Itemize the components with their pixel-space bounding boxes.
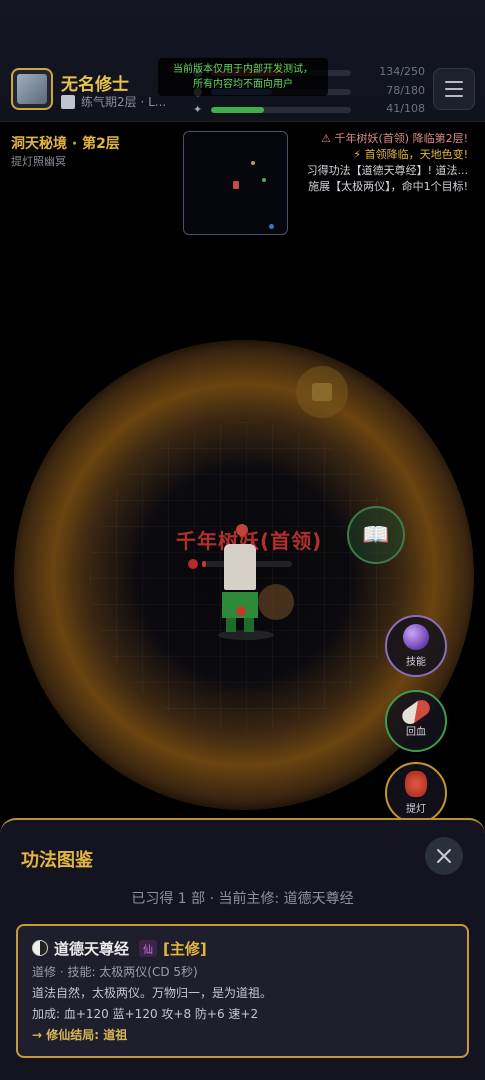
- chest-icon[interactable]: [296, 366, 348, 418]
- log-entry: 施展【太极两仪】，命中1个目标!: [308, 180, 468, 193]
- exp-icon: ✦: [193, 103, 203, 116]
- technique-school: 道修 · 技能: 太极两仪(CD 5秒): [32, 965, 198, 979]
- realm-label: 练气期2层 · L...: [81, 95, 167, 109]
- minimap-marker: [251, 161, 255, 165]
- technique-card[interactable]: 道德天尊经 仙 [主修] 道修 · 技能: 太极两仪(CD 5秒) 道法自然，太…: [16, 924, 469, 1058]
- dungeon-name: 洞天秘境 · 第2层: [11, 136, 120, 152]
- technique-header: 道德天尊经 仙 [主修]: [32, 937, 453, 959]
- exp-track: [211, 107, 351, 113]
- lamp-label: 提灯: [406, 804, 426, 815]
- tier-badge: 仙: [139, 939, 158, 957]
- yin-yang-icon: [32, 940, 48, 956]
- test-build-banner: 当前版本仅用于内部开发测试， 所有内容均不面向用户: [158, 58, 328, 96]
- skill-button[interactable]: 技能: [385, 615, 447, 677]
- avatar-image: [17, 74, 47, 104]
- exp-fill: [211, 107, 265, 113]
- dungeon-subtitle: 提灯照幽冥: [11, 155, 66, 168]
- technique-bonus: 加成: 血+120 蓝+120 攻+8 防+6 速+2: [32, 1007, 259, 1021]
- log-entry: ⚡ 首领降临，天地色变!: [353, 148, 468, 161]
- crystal-ball-icon: [403, 624, 429, 650]
- banner-line-2: 所有内容均不面向用户: [193, 79, 293, 90]
- boss-hp-icon: [188, 559, 198, 569]
- boss-hp-fill: [202, 561, 206, 567]
- lantern-icon: [405, 771, 427, 797]
- minimap-marker: [262, 178, 266, 182]
- weapon-icon: [258, 584, 294, 620]
- exp-value: 41/108: [386, 102, 425, 115]
- player-name: 无名修士: [61, 75, 129, 95]
- codex-summary: 已习得 1 部 · 当前主修: 道德天尊经: [131, 891, 354, 907]
- log-entry: ⚠ 千年树妖(首领) 降临第2层!: [321, 132, 468, 145]
- player-avatar[interactable]: [11, 68, 53, 110]
- book-icon[interactable]: 📖: [347, 506, 405, 564]
- heal-label: 回血: [406, 727, 426, 738]
- event-log: ⚠ 千年树妖(首领) 降临第2层! ⚡ 首领降临，天地色变! 习得功法【道德天尊…: [268, 131, 468, 195]
- mp-value: 78/180: [386, 84, 425, 97]
- hamburger-icon[interactable]: [433, 68, 475, 110]
- technique-codex-panel: 功法图鉴 已习得 1 部 · 当前主修: 道德天尊经 道德天尊经 仙 [主修] …: [0, 818, 485, 1080]
- top-status-bar: 无名修士 练气期2层 · L... ● ● ✦ 134/250 78/180 4…: [0, 0, 485, 122]
- hp-value: 134/250: [379, 65, 425, 78]
- log-entry: 习得功法【道德天尊经】! 道法...: [306, 164, 468, 177]
- technique-name: 道德天尊经: [54, 939, 130, 958]
- skill-label: 技能: [406, 657, 426, 668]
- exp-bar: ✦: [193, 103, 353, 116]
- heal-button[interactable]: 回血: [385, 690, 447, 752]
- panel-title: 功法图鉴: [21, 850, 93, 871]
- minimap-marker: [269, 224, 274, 229]
- technique-ending: → 修仙结局: 道祖: [32, 1028, 128, 1042]
- player-character: [218, 524, 278, 644]
- player-realm: 练气期2层 · L...: [61, 93, 166, 110]
- main-cultivation-tag: [主修]: [163, 939, 207, 958]
- lamp-button[interactable]: 提灯: [385, 762, 447, 822]
- realm-icon: [61, 94, 75, 109]
- technique-description: 道法自然，太极两仪。万物归一，是为道祖。: [32, 986, 273, 1000]
- banner-line-1: 当前版本仅用于内部开发测试，: [173, 64, 313, 75]
- minimap-player: [233, 181, 239, 189]
- close-icon[interactable]: [425, 837, 463, 875]
